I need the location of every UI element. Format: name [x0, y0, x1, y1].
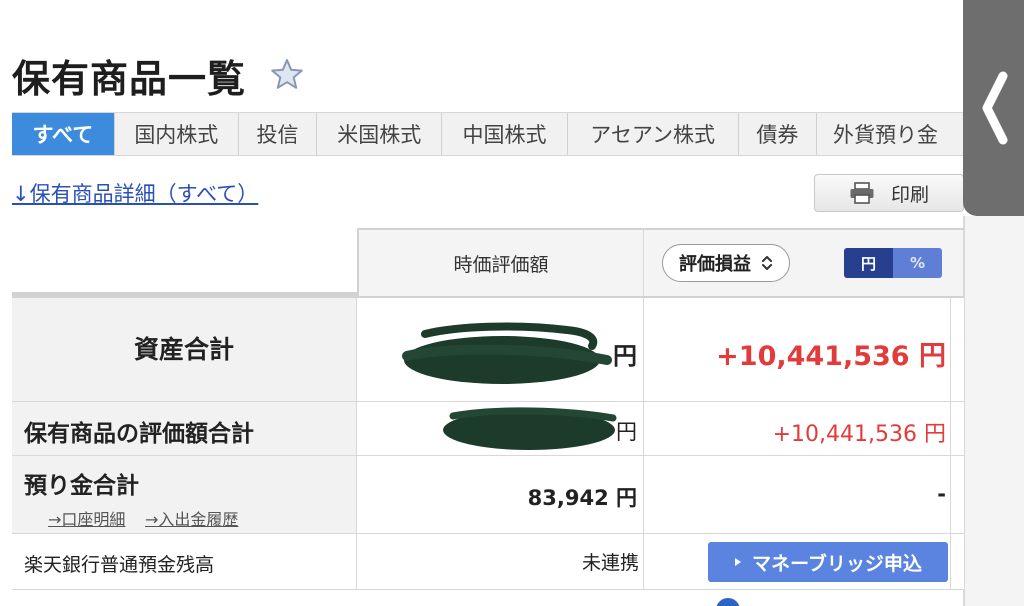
total-assets-gain: +10,441,536 円: [716, 341, 946, 372]
printer-icon: [850, 182, 874, 204]
holdings-total-label-cell: 保有商品の評価額合計: [12, 402, 357, 455]
print-label: 印刷: [890, 183, 929, 206]
holdings-total-gain-cell: +10,441,536 円: [644, 402, 950, 455]
rakuten-bank-action-cell: マネーブリッジ申込: [644, 534, 950, 589]
row-end-cell: [950, 298, 964, 401]
chevron-left-icon: [982, 71, 1007, 145]
deposits-label-cell: 預り金合計 →口座明細 →入出金履歴: [12, 456, 357, 533]
holdings-detail-link[interactable]: ↓保有商品詳細（すべて）: [12, 178, 258, 208]
favorite-star-icon[interactable]: [270, 58, 304, 90]
total-assets-row: 資産合計 円 +10,441,536 円: [12, 296, 964, 402]
asset-summary-table: 時価評価額 評価損益 円 % 資産合計 円 +10,441,536 円 保有商品…: [12, 228, 964, 606]
total-assets-label-cell: 資産合計: [12, 298, 357, 401]
deposit-withdrawal-history-link[interactable]: →入出金履歴: [145, 506, 238, 530]
rakuten-bank-label: 楽天銀行普通預金残高: [24, 554, 215, 576]
money-bridge-label: マネーブリッジ申込: [752, 552, 922, 575]
unit-yen-button[interactable]: 円: [844, 248, 893, 278]
holdings-total-label: 保有商品の評価額合計: [24, 421, 254, 447]
deposits-row: 預り金合計 →口座明細 →入出金履歴 83,942 円 -: [12, 456, 964, 534]
row-end-cell: [950, 534, 964, 589]
print-button[interactable]: 印刷: [814, 174, 964, 212]
holdings-total-gain: +10,441,536 円: [772, 422, 946, 447]
deposits-gain-cell: -: [644, 456, 950, 533]
unit-percent-button[interactable]: %: [893, 248, 942, 278]
tab-foreign-currency-deposits[interactable]: 外貨預り金: [817, 113, 964, 155]
account-statement-link[interactable]: →口座明細: [48, 506, 125, 530]
total-assets-gain-cell: +10,441,536 円: [644, 298, 950, 401]
deposits-label: 預り金合計: [24, 473, 139, 499]
triangle-right-icon: [735, 558, 742, 566]
deposits-value-cell: 83,942 円: [357, 456, 644, 533]
unit-toggle: 円 %: [844, 248, 942, 278]
tab-investment-trusts[interactable]: 投信: [239, 113, 318, 155]
tab-us-stocks[interactable]: 米国株式: [317, 113, 443, 155]
updown-chevron-icon: [762, 256, 772, 270]
rakuten-bank-row: 楽天銀行普通預金残高 未連携 マネーブリッジ申込: [12, 534, 964, 590]
total-assets-value-cell: 円: [357, 298, 644, 401]
total-assets-label: 資産合計: [133, 335, 234, 364]
deposits-gain: -: [937, 482, 946, 506]
product-tabs: すべて 国内株式 投信 米国株式 中国株式 アセアン株式 債券 外貨預り金: [12, 112, 964, 156]
side-column: [963, 216, 1024, 606]
tab-all[interactable]: すべて: [12, 113, 115, 155]
gain-select-label: 評価損益: [679, 254, 751, 275]
redaction-scribble: [402, 322, 612, 384]
holdings-total-row: 保有商品の評価額合計 円 +10,441,536 円: [12, 402, 964, 456]
redaction-scribble: [443, 407, 617, 450]
rakuten-bank-label-cell: 楽天銀行普通預金残高: [12, 534, 357, 589]
header-market-value: 時価評価額: [357, 228, 644, 296]
money-bridge-apply-button[interactable]: マネーブリッジ申込: [708, 542, 948, 582]
tab-china-stocks[interactable]: 中国株式: [442, 113, 568, 155]
gain-type-select[interactable]: 評価損益: [662, 244, 790, 282]
deposits-value: 83,942 円: [527, 486, 637, 510]
rakuten-bank-status-cell: 未連携: [357, 534, 644, 589]
total-assets-unit: 円: [613, 342, 637, 370]
row-end-cell: [950, 456, 964, 533]
row-end-cell: [950, 402, 964, 455]
holdings-total-unit: 円: [616, 420, 637, 444]
tab-domestic-stocks[interactable]: 国内株式: [115, 113, 239, 155]
holdings-total-value-cell: 円: [357, 402, 644, 455]
page-title: 保有商品一覧: [12, 57, 247, 101]
back-tab[interactable]: [963, 0, 1024, 216]
tab-bonds[interactable]: 債券: [739, 113, 817, 155]
tab-asean-stocks[interactable]: アセアン株式: [568, 113, 739, 155]
link-status: 未連携: [581, 552, 639, 574]
